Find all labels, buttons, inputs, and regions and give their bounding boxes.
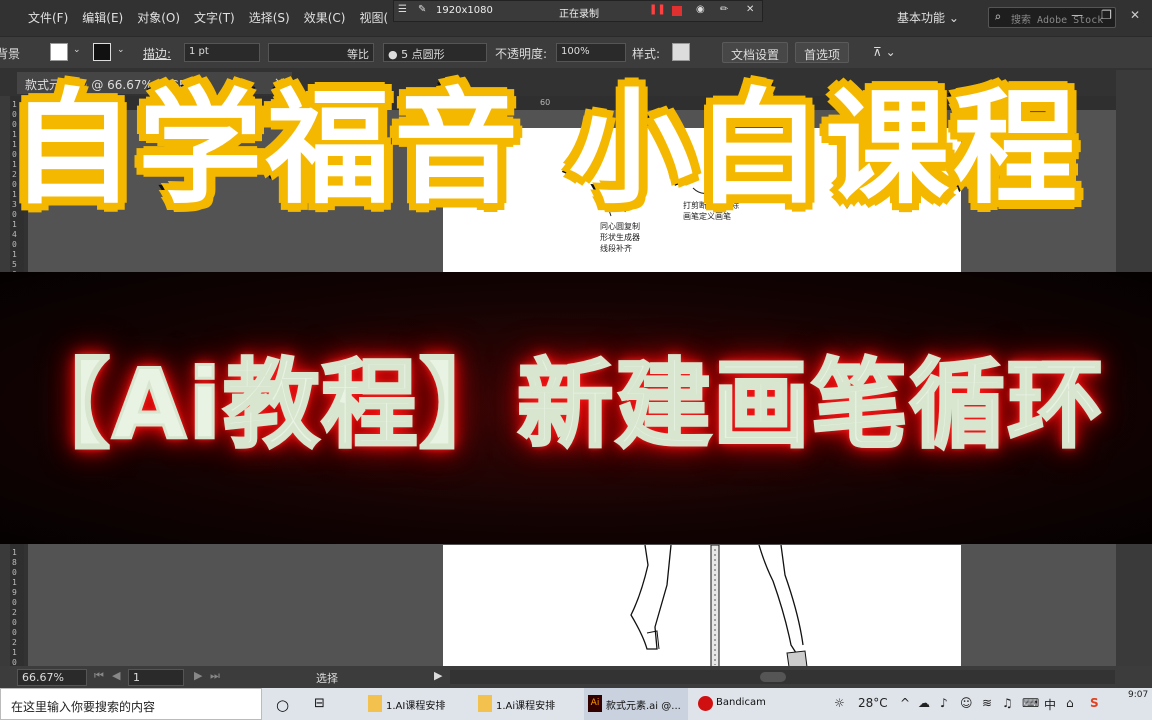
minimize-icon[interactable]: — [1071, 8, 1083, 22]
menu-select[interactable]: 选择(S) [249, 9, 290, 26]
artboard[interactable] [443, 545, 961, 667]
style-swatch[interactable] [672, 43, 690, 61]
cortana-icon[interactable]: ○ [276, 696, 289, 714]
sougou-icon[interactable]: S [1090, 696, 1099, 710]
subtitle-text: 【Ai教程】新建画笔循环 [13, 348, 1106, 463]
taskbar-search-input[interactable]: 在这里输入你要搜索的内容 [0, 688, 262, 720]
weather-icon[interactable]: ☼ [834, 696, 845, 710]
temperature: 28°C [858, 696, 888, 710]
arrange-icon[interactable]: ⊼ ⌄ [873, 45, 896, 59]
last-page-icon[interactable]: ⏭ [210, 669, 220, 683]
keyboard-icon[interactable]: ⌨ [1022, 696, 1039, 710]
search-icon: ⌕ [994, 10, 1002, 24]
opacity-label: 不透明度: [495, 47, 548, 61]
status-menu-icon[interactable]: ▶ [434, 669, 442, 682]
pencil-icon[interactable]: ✏ [720, 4, 728, 15]
menu-effect[interactable]: 效果(C) [304, 9, 346, 26]
window-controls: — ❐ ✕ [1071, 8, 1140, 22]
title-text: 自学福音 小白课程 [5, 72, 1082, 226]
scrollbar-thumb[interactable] [760, 672, 786, 682]
restore-icon[interactable]: ❐ [1101, 8, 1112, 22]
brush-profile-field[interactable]: 等比 [268, 43, 374, 62]
taskbar-app-bandicam[interactable]: Bandicam [694, 688, 798, 720]
stop-icon[interactable] [672, 6, 682, 16]
taskbar: 在这里输入你要搜索的内容 ○ ⊟ 1.AI课程安排 1.Ai课程安排 Ai 款式… [0, 688, 1152, 720]
close-icon[interactable]: ✕ [1130, 8, 1140, 22]
next-page-icon[interactable]: ▶ [194, 669, 202, 682]
current-tool-label: 选择 [316, 672, 338, 685]
illustrator-icon: Ai [588, 695, 602, 712]
network-icon[interactable]: ≋ [982, 696, 992, 710]
clock[interactable]: 9:07 [1128, 690, 1148, 700]
fill-swatch[interactable] [50, 43, 68, 61]
brush-definition-field[interactable]: ● 5 点圆形 [383, 43, 487, 62]
pause-icon[interactable]: ❚❚ [649, 4, 666, 15]
recording-status: 正在录制 [559, 9, 599, 20]
input-method-icon[interactable]: ⌂ [1066, 696, 1074, 710]
style-label: 样式: [632, 47, 661, 61]
stroke-swatch[interactable] [93, 43, 111, 61]
zoom-field[interactable]: 66.67% [17, 669, 87, 686]
menu-view[interactable]: 视图( [359, 9, 388, 26]
task-view-icon[interactable]: ⊟ [314, 696, 325, 711]
cloud-icon[interactable]: ☁ [918, 696, 930, 710]
garment-sketch [630, 545, 808, 667]
folder-icon [478, 695, 492, 712]
microphone-icon[interactable]: ♪ [940, 696, 948, 710]
document-setup-button[interactable]: 文档设置 [722, 42, 789, 63]
camera-icon[interactable]: ◉ [696, 4, 705, 15]
stroke-weight-field[interactable]: 1 pt [184, 43, 260, 62]
status-bar: 66.67% ⏮ ◀ 1 ▶ ⏭ 选择 ▶ [0, 666, 1152, 688]
chevron-down-icon[interactable]: ⌄ [73, 45, 81, 55]
language-icon[interactable]: 中 [1044, 696, 1056, 713]
menu-object[interactable]: 对象(O) [137, 9, 180, 26]
opacity-field[interactable]: 100% [556, 43, 626, 62]
fill-label: 背景 [0, 47, 21, 61]
control-bar: 背景 ⌄ ⌄ 描边: 1 pt 等比 ● 5 点圆形 不透明度: 100% 样式… [0, 36, 1152, 68]
page-field[interactable]: 1 [128, 669, 184, 686]
pin-icon[interactable]: ✎ [418, 4, 426, 15]
menu-icon[interactable]: ☰ [398, 4, 407, 15]
volume-icon[interactable]: ♫ [1002, 696, 1013, 710]
recording-resolution: 1920x1080 [436, 5, 493, 16]
bandicam-icon [698, 696, 713, 711]
prev-page-icon[interactable]: ◀ [112, 669, 120, 682]
folder-icon [368, 695, 382, 712]
workspace-switcher[interactable]: 基本功能 ⌄ [897, 9, 959, 26]
stroke-label[interactable]: 描边: [143, 45, 171, 62]
taskbar-app-illustrator[interactable]: Ai 款式元素.ai @... [584, 688, 688, 720]
main-menu: 文件(F) 编辑(E) 对象(O) 文字(T) 选择(S) 效果(C) 视图( [28, 9, 388, 26]
menu-type[interactable]: 文字(T) [194, 9, 235, 26]
taskbar-app-folder[interactable]: 1.AI课程安排 [364, 688, 468, 720]
chevron-down-icon[interactable]: ⌄ [117, 45, 125, 55]
horizontal-scrollbar[interactable] [450, 670, 1115, 684]
recorder-bar: ☰ ✎ 1920x1080 正在录制 ❚❚ ◉ ✏ ✕ [393, 0, 763, 22]
first-page-icon[interactable]: ⏮ [94, 669, 104, 683]
menu-edit[interactable]: 编辑(E) [82, 9, 123, 26]
menu-file[interactable]: 文件(F) [28, 9, 68, 26]
chevron-up-icon[interactable]: ^ [900, 696, 910, 710]
preferences-button[interactable]: 首选项 [795, 42, 850, 63]
qq-icon[interactable]: ☺ [960, 696, 973, 710]
taskbar-app-folder[interactable]: 1.Ai课程安排 [474, 688, 578, 720]
close-icon[interactable]: ✕ [746, 4, 754, 15]
